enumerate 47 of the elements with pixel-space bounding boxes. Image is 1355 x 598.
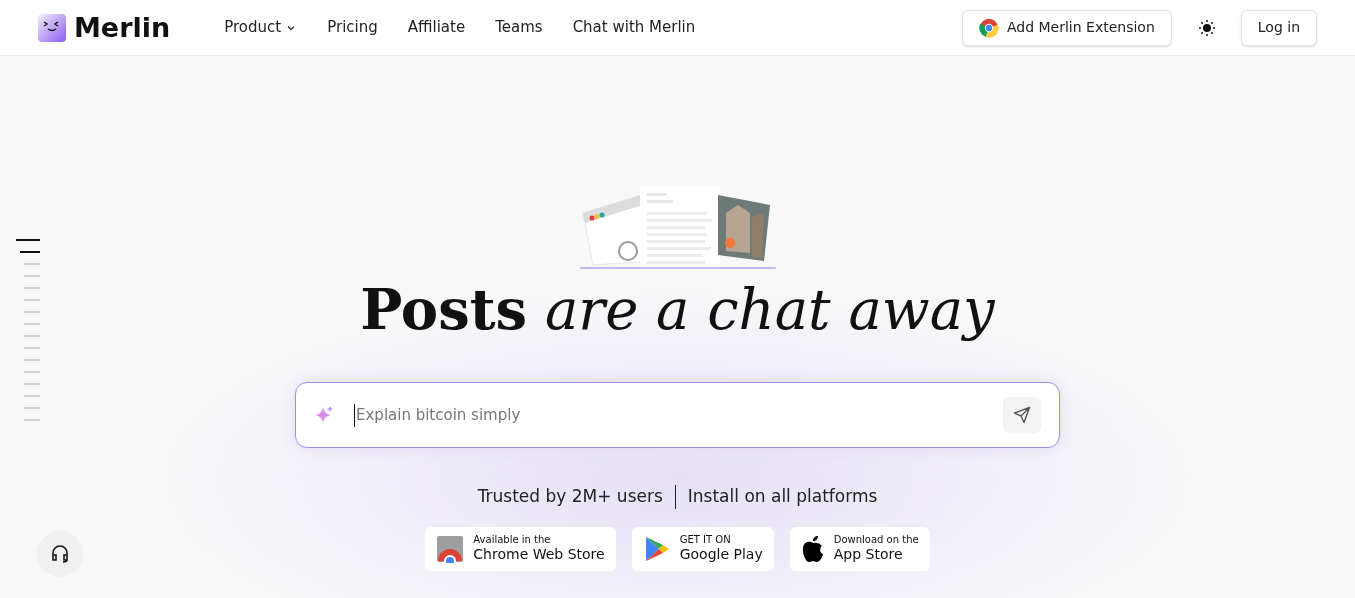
nav-link[interactable]: Chat with Merlin	[572, 16, 696, 39]
prompt-field[interactable]: Explain bitcoin simply	[295, 382, 1060, 449]
section-marker[interactable]	[24, 335, 40, 337]
section-marker[interactable]	[20, 251, 40, 253]
nav-link[interactable]: Product	[224, 16, 298, 39]
section-marker[interactable]	[24, 311, 40, 313]
store-badge[interactable]: GET IT ON Google Play	[631, 526, 774, 571]
store-name: App Store	[833, 546, 904, 564]
section-marker[interactable]	[16, 239, 40, 241]
support-button[interactable]	[37, 531, 83, 577]
chrome-icon	[978, 17, 999, 38]
chrome-store-icon	[436, 534, 465, 563]
headline: Posts are a chat away	[360, 277, 995, 343]
section-marker[interactable]	[24, 359, 40, 361]
section-marker[interactable]	[24, 407, 40, 409]
send-button[interactable]	[1003, 397, 1041, 434]
store-badge[interactable]: Available in the Chrome Web Store	[425, 526, 616, 571]
logo-text: Merlin	[74, 14, 171, 41]
store-caption: GET IT ON	[679, 533, 732, 547]
store-badge[interactable]: Download on the App Store	[789, 526, 930, 571]
store-name: Google Play	[679, 546, 763, 564]
section-marker[interactable]	[24, 419, 40, 421]
section-marker[interactable]	[24, 263, 40, 265]
nav-link[interactable]: Teams	[495, 16, 543, 39]
section-marker[interactable]	[24, 371, 40, 373]
section-marker[interactable]	[24, 395, 40, 397]
install-text: Install on all platforms	[687, 485, 878, 509]
section-marker[interactable]	[24, 323, 40, 325]
store-caption: Download on the	[833, 533, 919, 547]
logo-icon	[38, 13, 66, 42]
add-extension-button[interactable]: Add Merlin Extension	[961, 9, 1172, 46]
store-name: Chrome Web Store	[473, 546, 605, 564]
store-caption: Available in the	[473, 533, 552, 547]
nav-link[interactable]: Affiliate	[407, 16, 466, 39]
section-marker[interactable]	[24, 347, 40, 349]
trust-text: Trusted by 2M+ users	[477, 485, 663, 509]
nav-link[interactable]: Pricing	[327, 16, 378, 39]
login-button[interactable]: Log in	[1240, 9, 1317, 46]
section-marker[interactable]	[24, 299, 40, 301]
section-marker[interactable]	[24, 287, 40, 289]
headset-icon	[50, 544, 70, 564]
section-marker[interactable]	[24, 383, 40, 385]
section-marker[interactable]	[24, 275, 40, 277]
send-icon	[1013, 406, 1031, 425]
apple-icon	[800, 534, 825, 563]
prompt-input[interactable]: Explain bitcoin simply	[354, 404, 1003, 427]
sun-icon[interactable]	[1197, 18, 1216, 37]
